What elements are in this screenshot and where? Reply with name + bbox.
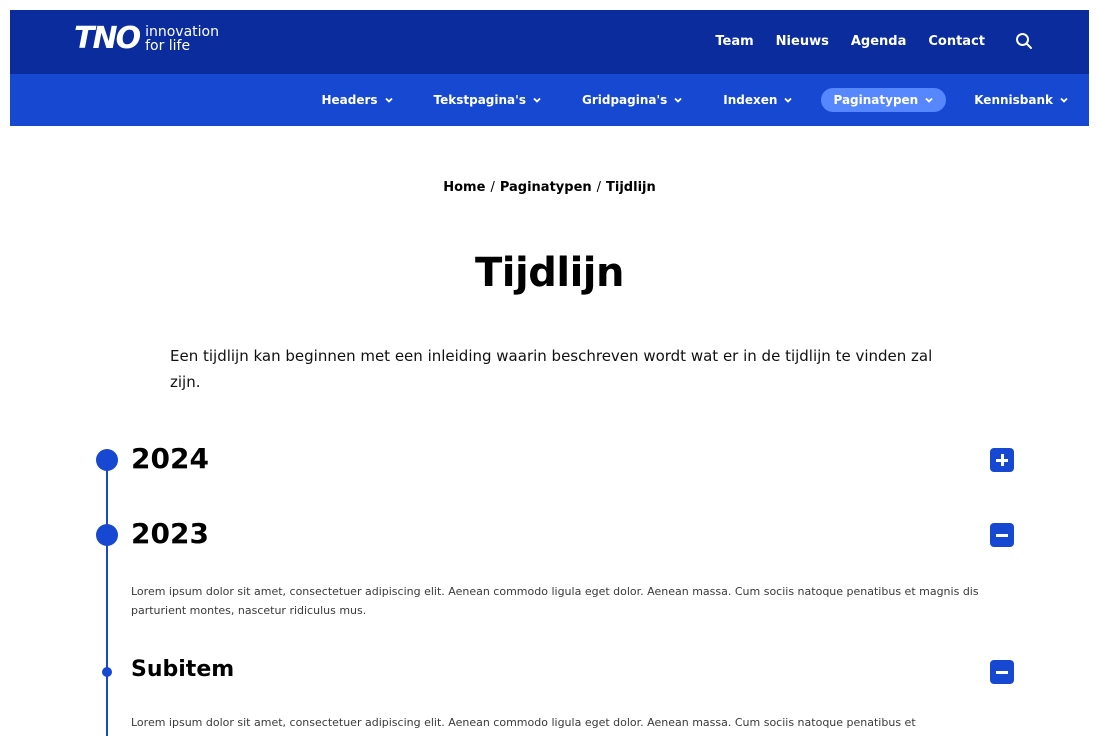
nav-item-kennisbank[interactable]: Kennisbank xyxy=(962,88,1081,112)
timeline-body-subitem: Lorem ipsum dolor sit amet, consectetuer… xyxy=(131,716,916,729)
nav-item-gridpaginas[interactable]: Gridpagina's xyxy=(570,88,695,112)
timeline-body-2023: Lorem ipsum dolor sit amet, consectetuer… xyxy=(131,585,979,617)
tno-logo[interactable]: TNO innovation for life xyxy=(74,24,219,54)
chevron-down-icon xyxy=(784,97,793,103)
chevron-down-icon xyxy=(925,97,933,103)
breadcrumb-separator: / xyxy=(490,180,495,195)
expand-button[interactable] xyxy=(990,448,1014,472)
minus-icon xyxy=(996,670,1008,674)
collapse-button[interactable] xyxy=(990,660,1014,684)
timeline-dot xyxy=(96,524,118,546)
util-link-agenda[interactable]: Agenda xyxy=(851,34,907,49)
chevron-down-icon xyxy=(533,97,541,103)
timeline-subheading[interactable]: Subitem xyxy=(131,657,234,682)
breadcrumb-separator: / xyxy=(596,180,602,195)
timeline-subdot xyxy=(102,667,112,677)
top-bar: TNO innovation for life Team Nieuws Agen… xyxy=(10,10,1089,74)
nav-item-label: Headers xyxy=(321,93,378,107)
collapse-button[interactable] xyxy=(990,523,1014,547)
nav-item-label: Indexen xyxy=(723,93,778,107)
breadcrumb-home[interactable]: Home xyxy=(443,180,485,195)
util-link-nieuws[interactable]: Nieuws xyxy=(776,34,829,49)
logo-tagline: innovation for life xyxy=(145,25,219,53)
utility-nav: Team Nieuws Agenda Contact xyxy=(715,32,1033,50)
nav-item-paginatypen[interactable]: Paginatypen xyxy=(821,88,947,112)
main-nav-bar: Headers Tekstpagina's Gridpagina's Index… xyxy=(10,74,1089,126)
nav-item-label: Gridpagina's xyxy=(581,93,668,107)
search-icon[interactable] xyxy=(1015,32,1033,50)
nav-item-tekstpaginas[interactable]: Tekstpagina's xyxy=(422,88,554,112)
breadcrumb-paginatypen[interactable]: Paginatypen xyxy=(500,180,592,195)
nav-item-label: Paginatypen xyxy=(833,93,919,107)
timeline-heading-2024[interactable]: 2024 xyxy=(131,442,209,475)
intro-text: Een tijdlijn kan beginnen met een inleid… xyxy=(170,347,933,391)
timeline-heading-2023[interactable]: 2023 xyxy=(131,517,209,550)
chevron-down-icon xyxy=(1060,97,1068,103)
nav-item-headers[interactable]: Headers xyxy=(309,88,405,112)
main-nav: Headers Tekstpagina's Gridpagina's Index… xyxy=(301,74,1089,126)
util-link-team[interactable]: Team xyxy=(715,34,753,49)
breadcrumb-current: Tijdlijn xyxy=(606,180,656,195)
nav-item-label: Tekstpagina's xyxy=(433,93,526,107)
tagline-line1: innovation xyxy=(145,24,219,40)
chevron-down-icon xyxy=(674,97,682,103)
timeline-dot xyxy=(96,449,118,471)
tagline-line2: for life xyxy=(145,38,191,54)
nav-item-indexen[interactable]: Indexen xyxy=(711,88,805,112)
timeline-line xyxy=(106,460,108,736)
util-link-contact[interactable]: Contact xyxy=(928,34,985,49)
nav-item-label: Kennisbank xyxy=(974,93,1053,107)
plus-icon-vertical xyxy=(1000,454,1004,466)
logo-mark: TNO xyxy=(74,21,141,56)
page-title: Tijdlijn xyxy=(475,250,624,296)
minus-icon xyxy=(996,533,1008,537)
breadcrumb: Home / Paginatypen / Tijdlijn xyxy=(0,180,1099,195)
chevron-down-icon xyxy=(384,97,393,103)
